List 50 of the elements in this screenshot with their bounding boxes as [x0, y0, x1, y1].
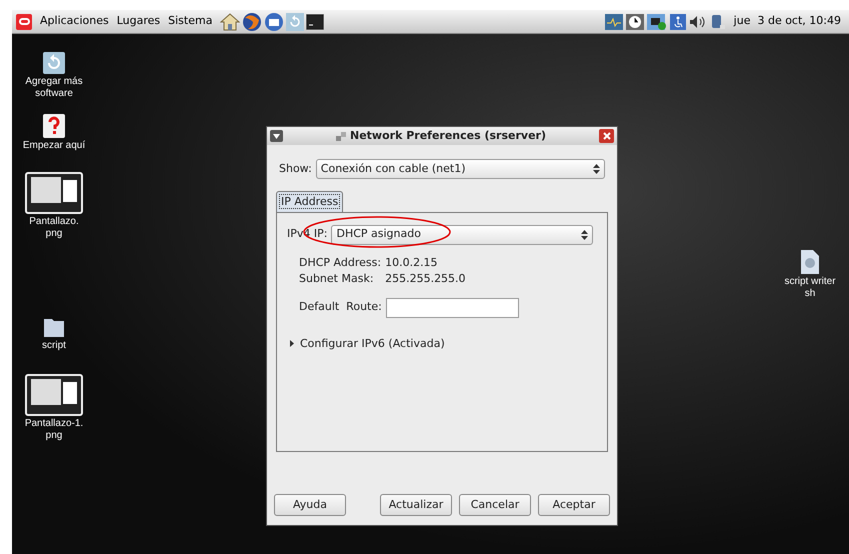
desktop-icon-label[interactable]: Agregar más software [25, 76, 83, 100]
dialog-button[interactable]: Ayuda [274, 494, 346, 516]
dialog-button[interactable]: Cancelar [459, 494, 531, 516]
pulse-monitor-icon[interactable] [604, 14, 623, 30]
close-icon [602, 132, 610, 140]
help-icon[interactable] [43, 114, 65, 138]
network-icon [336, 132, 346, 140]
ipv4-dropdown[interactable]: DHCP asignado [331, 224, 593, 244]
accessibility-icon[interactable] [670, 14, 686, 30]
clock-icon[interactable] [626, 14, 644, 30]
dialog-button[interactable]: Actualizar [380, 494, 452, 516]
window-title: Network Preferences (srserver) [350, 128, 546, 144]
field-value: 10.0.2.15 [385, 254, 439, 270]
field-label: DHCP Address: [299, 254, 382, 270]
desktop-icon-label[interactable]: Pantallazo. png [29, 216, 79, 240]
logo-icon[interactable] [16, 14, 32, 30]
desktop-icon-label[interactable]: Pantallazo-1. png [24, 418, 84, 442]
battery-plug-icon[interactable] [710, 14, 726, 30]
connection-dropdown[interactable]: Conexión con cable (net1) [316, 159, 605, 179]
terminal-icon[interactable] [306, 14, 324, 30]
speaker-icon[interactable] [688, 14, 707, 28]
default-route-label: Default Route: [299, 299, 382, 316]
network-icon[interactable] [646, 14, 667, 30]
document-icon[interactable] [801, 250, 819, 274]
expander-arrow-icon [289, 340, 295, 348]
show-label: Show: [279, 160, 312, 177]
field-label: Subnet Mask: [299, 271, 375, 287]
screenshot-thumbnail-icon[interactable] [25, 172, 83, 214]
menu-item[interactable]: Sistema [168, 13, 212, 30]
menu-item[interactable]: Aplicaciones [40, 13, 109, 30]
menu-item[interactable]: Lugares [116, 13, 160, 30]
home-icon[interactable] [220, 12, 240, 30]
folder-icon[interactable] [43, 316, 65, 338]
desktop-icon-label[interactable]: script [42, 340, 66, 352]
clock[interactable]: jue 3 de oct, 10:49 [734, 13, 845, 30]
globe-icon[interactable] [242, 12, 262, 32]
mail-icon[interactable] [264, 12, 284, 32]
ipv6-expander[interactable]: Configurar IPv6 (Activada) [277, 336, 445, 352]
field-value: 255.255.255.0 [385, 271, 467, 287]
window-menu-button[interactable] [270, 130, 283, 142]
dialog-button[interactable]: Aceptar [538, 494, 610, 516]
screenshot-thumbnail-icon[interactable] [25, 374, 83, 416]
spinner-arrows-icon [581, 230, 588, 240]
desktop-icon-label[interactable]: Empezar aquí [22, 140, 86, 152]
default-route-field[interactable] [386, 298, 519, 318]
close-button[interactable] [599, 129, 614, 143]
desktop-icon-label[interactable]: script writer sh [784, 276, 836, 300]
spinner-arrows-icon [593, 164, 600, 174]
caret-icon [273, 134, 280, 138]
tab[interactable]: IP Address [276, 191, 344, 212]
